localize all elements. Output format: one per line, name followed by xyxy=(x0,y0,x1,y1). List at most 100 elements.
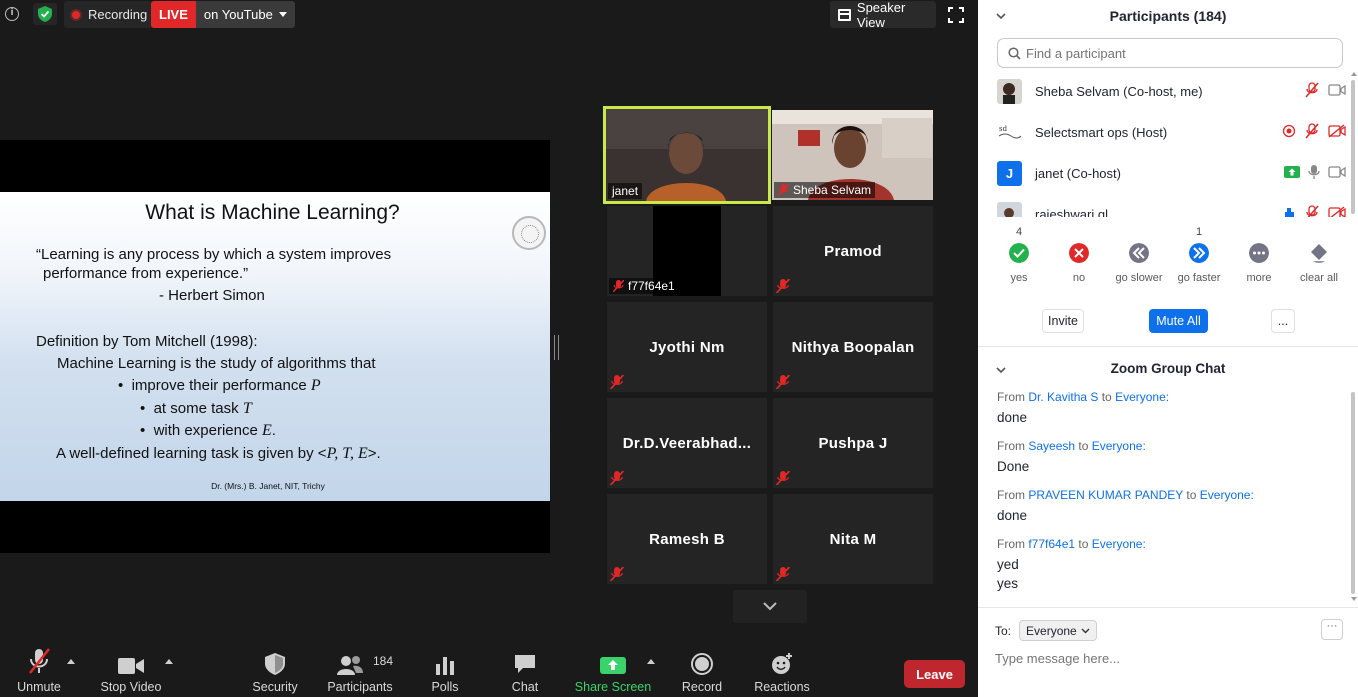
speaker-view-button[interactable]: Speaker View xyxy=(830,0,936,30)
leave-button[interactable]: Leave xyxy=(904,660,965,688)
record-icon xyxy=(691,653,713,675)
share-options-caret[interactable] xyxy=(647,659,655,664)
check-icon xyxy=(1009,243,1029,263)
mic-muted-icon[interactable] xyxy=(1304,123,1320,139)
video-options-caret[interactable] xyxy=(165,659,173,664)
reactions-button[interactable]: Reactions xyxy=(752,645,812,697)
polls-label: Polls xyxy=(431,680,459,694)
feedback-no[interactable]: no xyxy=(1049,226,1109,284)
search-input[interactable] xyxy=(1026,44,1326,62)
mic-muted-icon[interactable] xyxy=(1304,205,1320,217)
stop-video-label: Stop Video xyxy=(100,680,162,694)
mic-icon[interactable] xyxy=(1308,164,1320,180)
avatar xyxy=(997,79,1022,104)
video-off-icon[interactable] xyxy=(1328,124,1346,138)
live-badge: LIVE xyxy=(151,1,196,28)
participants-scrollbar[interactable] xyxy=(1350,72,1357,218)
video-tile-f77f64e1[interactable]: f77f64e1 xyxy=(607,206,767,296)
share-screen-button[interactable]: Share Screen xyxy=(575,645,651,697)
chevron-down-icon xyxy=(763,602,777,611)
feedback-go-faster[interactable]: 1 go faster xyxy=(1169,226,1229,284)
video-camera-icon[interactable] xyxy=(1328,166,1346,178)
encryption-badge[interactable] xyxy=(33,3,57,25)
chat-scrollbar[interactable] xyxy=(1350,392,1357,604)
feedback-slower-label: go slower xyxy=(1115,272,1163,284)
fast-forward-icon xyxy=(1189,243,1209,263)
participants-button[interactable]: 184 Participants xyxy=(327,645,393,697)
participant-status-icons xyxy=(1276,164,1346,180)
polls-button[interactable]: Polls xyxy=(420,645,470,697)
svg-text:sd: sd xyxy=(999,125,1008,133)
live-stream-menu[interactable]: LIVE on YouTube xyxy=(151,1,295,28)
slide-bullet-1: • improve their performance P xyxy=(118,377,321,394)
video-tile-pushpa-j[interactable]: Pushpa J xyxy=(773,398,933,488)
participant-row[interactable]: rajeshwari gl xyxy=(978,201,1350,217)
participant-name-nithya: Nithya Boopalan xyxy=(791,338,915,356)
feedback-faster-label: go faster xyxy=(1177,272,1221,284)
video-tile-pramod[interactable]: Pramod xyxy=(773,206,933,296)
participant-row[interactable]: sd Selectsmart ops (Host) xyxy=(978,119,1350,160)
security-label: Security xyxy=(252,680,298,694)
shared-screen: What is Machine Learning? “Learning is a… xyxy=(0,140,550,553)
shield-check-icon xyxy=(38,6,52,22)
video-tile-nithya-boopalan[interactable]: Nithya Boopalan xyxy=(773,302,933,392)
stop-video-button[interactable]: Stop Video xyxy=(98,645,164,697)
record-label: Record xyxy=(681,680,723,694)
invite-button[interactable]: Invite xyxy=(1042,309,1084,333)
participants-list: Sheba Selvam (Co-host, me) sd Selectsmar… xyxy=(978,78,1350,217)
video-tile-sheba-selvam[interactable]: Sheba Selvam xyxy=(772,110,933,200)
recipient-select[interactable]: Everyone xyxy=(1019,620,1097,641)
chat-button[interactable]: Chat xyxy=(500,645,550,697)
chat-more-button[interactable]: ··· xyxy=(1321,619,1343,640)
chat-message-body: done xyxy=(997,508,1028,523)
mic-muted-icon[interactable] xyxy=(1304,82,1320,98)
participant-name: rajeshwari gl xyxy=(1035,207,1108,217)
split-view-handle[interactable] xyxy=(554,335,559,360)
feedback-go-slower[interactable]: go slower xyxy=(1109,226,1169,284)
feedback-slower-count xyxy=(1109,226,1169,240)
participant-name-nita: Nita M xyxy=(829,530,877,548)
feedback-clear-all[interactable]: clear all xyxy=(1289,226,1349,284)
gallery-next-page-button[interactable] xyxy=(733,590,807,623)
mic-muted-icon xyxy=(29,648,50,674)
video-tile-veerabhad[interactable]: Dr.D.Veerabhad... xyxy=(607,398,767,488)
chat-message-body: yes xyxy=(997,576,1019,591)
participant-name-veerabhad: Dr.D.Veerabhad... xyxy=(622,434,752,452)
chat-divider xyxy=(978,607,1358,608)
chat-bubble-icon xyxy=(515,655,535,673)
feedback-yes-label: yes xyxy=(1010,272,1028,284)
participant-status-icons xyxy=(1274,205,1346,217)
mute-all-button[interactable]: Mute All xyxy=(1149,309,1208,333)
unmute-button[interactable]: Unmute xyxy=(14,645,64,697)
mic-muted-icon xyxy=(776,471,790,485)
feedback-yes[interactable]: 4 yes xyxy=(989,226,1049,284)
video-camera-icon xyxy=(118,658,144,674)
video-off-icon[interactable] xyxy=(1328,206,1346,217)
video-camera-icon[interactable] xyxy=(1328,84,1346,96)
video-tile-jyothi-nm[interactable]: Jyothi Nm xyxy=(607,302,767,392)
more-options-button[interactable]: ... xyxy=(1271,309,1295,333)
chat-input[interactable] xyxy=(995,649,1335,667)
video-tile-nita-m[interactable]: Nita M xyxy=(773,494,933,584)
feedback-more[interactable]: more xyxy=(1229,226,1289,284)
mic-muted-icon xyxy=(776,375,790,389)
record-button[interactable]: Record xyxy=(677,645,727,697)
participant-row[interactable]: J janet (Co-host) xyxy=(978,160,1350,201)
participant-search[interactable] xyxy=(997,38,1343,68)
audio-options-caret[interactable] xyxy=(67,659,75,664)
share-screen-icon xyxy=(600,657,626,674)
fullscreen-icon[interactable] xyxy=(948,7,964,23)
security-button[interactable]: Security xyxy=(250,645,300,697)
chat-message: From f77f64e1 to Everyone: yed yes xyxy=(997,537,1337,593)
recording-indicator[interactable]: Recording xyxy=(64,1,154,28)
recording-status-icon xyxy=(1282,124,1296,138)
video-tile-janet[interactable]: janet xyxy=(603,106,771,204)
participant-row[interactable]: Sheba Selvam (Co-host, me) xyxy=(978,78,1350,119)
info-icon[interactable]: i xyxy=(5,7,19,21)
search-icon xyxy=(1008,47,1021,60)
video-tile-ramesh-b[interactable]: Ramesh B xyxy=(607,494,767,584)
chat-message-body: yed xyxy=(997,557,1019,572)
caret-down-icon xyxy=(278,12,287,17)
panel-divider xyxy=(978,346,1358,347)
nonverbal-feedback-bar: 4 yes no go slower 1 go faster more clea… xyxy=(978,226,1358,290)
